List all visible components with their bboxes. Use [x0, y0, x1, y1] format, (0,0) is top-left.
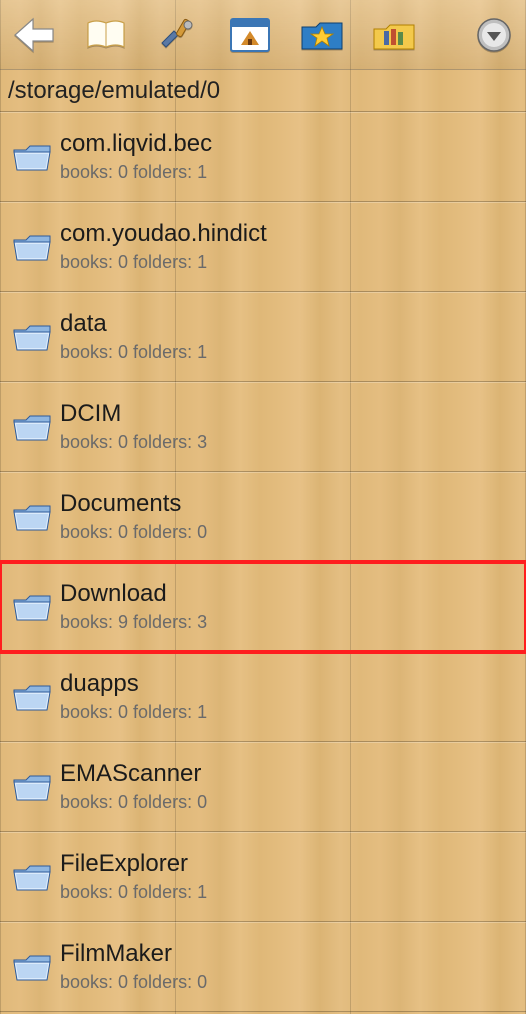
folder-row[interactable]: data books: 0 folders: 1 — [0, 292, 526, 382]
folder-icon — [8, 680, 56, 714]
folder-text: Documents books: 0 folders: 0 — [56, 491, 207, 542]
folder-name: FileExplorer — [60, 851, 207, 877]
folder-meta: books: 0 folders: 1 — [60, 252, 267, 273]
folder-books-icon — [372, 17, 416, 53]
folder-name: Documents — [60, 491, 207, 517]
folder-name: FilmMaker — [60, 941, 207, 967]
folder-text: com.youdao.hindict books: 0 folders: 1 — [56, 221, 267, 272]
folder-meta: books: 0 folders: 1 — [60, 882, 207, 903]
folder-icon — [8, 140, 56, 174]
folder-text: data books: 0 folders: 1 — [56, 311, 207, 362]
tools-button[interactable] — [156, 13, 200, 57]
folder-text: DCIM books: 0 folders: 3 — [56, 401, 207, 452]
library-button[interactable] — [84, 13, 128, 57]
folder-name: EMAScanner — [60, 761, 207, 787]
path-bar[interactable]: /storage/emulated/0 — [0, 70, 526, 112]
folder-icon — [8, 410, 56, 444]
folder-name: Download — [60, 581, 207, 607]
folder-row[interactable]: Documents books: 0 folders: 0 — [0, 472, 526, 562]
folder-meta: books: 0 folders: 1 — [60, 702, 207, 723]
folder-text: FileExplorer books: 0 folders: 1 — [56, 851, 207, 902]
folder-icon — [8, 500, 56, 534]
folder-row[interactable]: EMAScanner books: 0 folders: 0 — [0, 742, 526, 832]
home-button[interactable] — [228, 13, 272, 57]
folder-row[interactable]: Download books: 9 folders: 3 — [0, 562, 526, 652]
folder-meta: books: 0 folders: 0 — [60, 792, 207, 813]
favorites-button[interactable] — [300, 13, 344, 57]
folder-text: EMAScanner books: 0 folders: 0 — [56, 761, 207, 812]
menu-button[interactable] — [472, 13, 516, 57]
folder-row[interactable]: FilmMaker books: 0 folders: 0 — [0, 922, 526, 1012]
folder-name: duapps — [60, 671, 207, 697]
folder-icon — [8, 320, 56, 354]
folder-row[interactable]: FileExplorer books: 0 folders: 1 — [0, 832, 526, 922]
star-folder-icon — [300, 17, 344, 53]
dropdown-circle-icon — [474, 15, 514, 55]
folder-text: Download books: 9 folders: 3 — [56, 581, 207, 632]
home-picture-icon — [229, 17, 271, 53]
bookshelf-button[interactable] — [372, 13, 416, 57]
folder-row[interactable]: com.youdao.hindict books: 0 folders: 1 — [0, 202, 526, 292]
folder-name: data — [60, 311, 207, 337]
folder-text: FilmMaker books: 0 folders: 0 — [56, 941, 207, 992]
back-button[interactable] — [12, 13, 56, 57]
folder-meta: books: 0 folders: 0 — [60, 972, 207, 993]
folder-icon — [8, 230, 56, 264]
folder-icon — [8, 590, 56, 624]
folder-list: com.liqvid.becbooks: 0 folders: 1com.you… — [0, 112, 526, 1012]
open-book-icon — [84, 17, 128, 53]
folder-meta: books: 0 folders: 1 — [60, 162, 212, 183]
folder-name: DCIM — [60, 401, 207, 427]
current-path: /storage/emulated/0 — [8, 77, 220, 105]
folder-icon — [8, 770, 56, 804]
folder-icon — [8, 950, 56, 984]
folder-name: com.youdao.hindict — [60, 221, 267, 247]
back-arrow-icon — [13, 17, 55, 53]
folder-text: duapps books: 0 folders: 1 — [56, 671, 207, 722]
folder-row[interactable]: duapps books: 0 folders: 1 — [0, 652, 526, 742]
folder-text: com.liqvid.bec books: 0 folders: 1 — [56, 131, 212, 182]
tools-icon — [158, 15, 198, 55]
folder-name: com.liqvid.bec — [60, 131, 212, 157]
folder-row[interactable]: com.liqvid.bec books: 0 folders: 1 — [0, 112, 526, 202]
folder-meta: books: 9 folders: 3 — [60, 612, 207, 633]
folder-meta: books: 0 folders: 0 — [60, 522, 207, 543]
folder-icon — [8, 860, 56, 894]
folder-row[interactable]: DCIM books: 0 folders: 3 — [0, 382, 526, 472]
toolbar — [0, 0, 526, 70]
folder-meta: books: 0 folders: 1 — [60, 342, 207, 363]
folder-meta: books: 0 folders: 3 — [60, 432, 207, 453]
